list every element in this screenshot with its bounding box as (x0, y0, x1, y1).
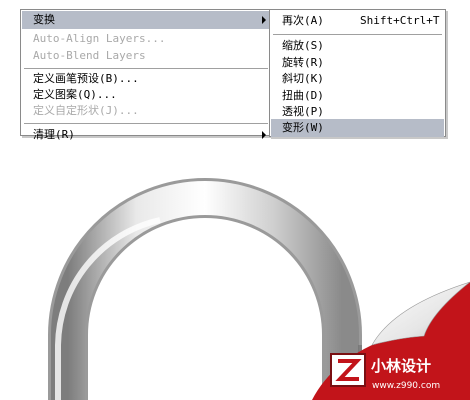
canvas-artwork: 小林设计 www.z990.com (48, 178, 470, 400)
brand-logo-icon (330, 353, 366, 387)
watermark-url: www.z990.com (372, 381, 440, 391)
chrome-ring (48, 178, 362, 400)
watermark-brand: 小林设计 (371, 357, 431, 375)
